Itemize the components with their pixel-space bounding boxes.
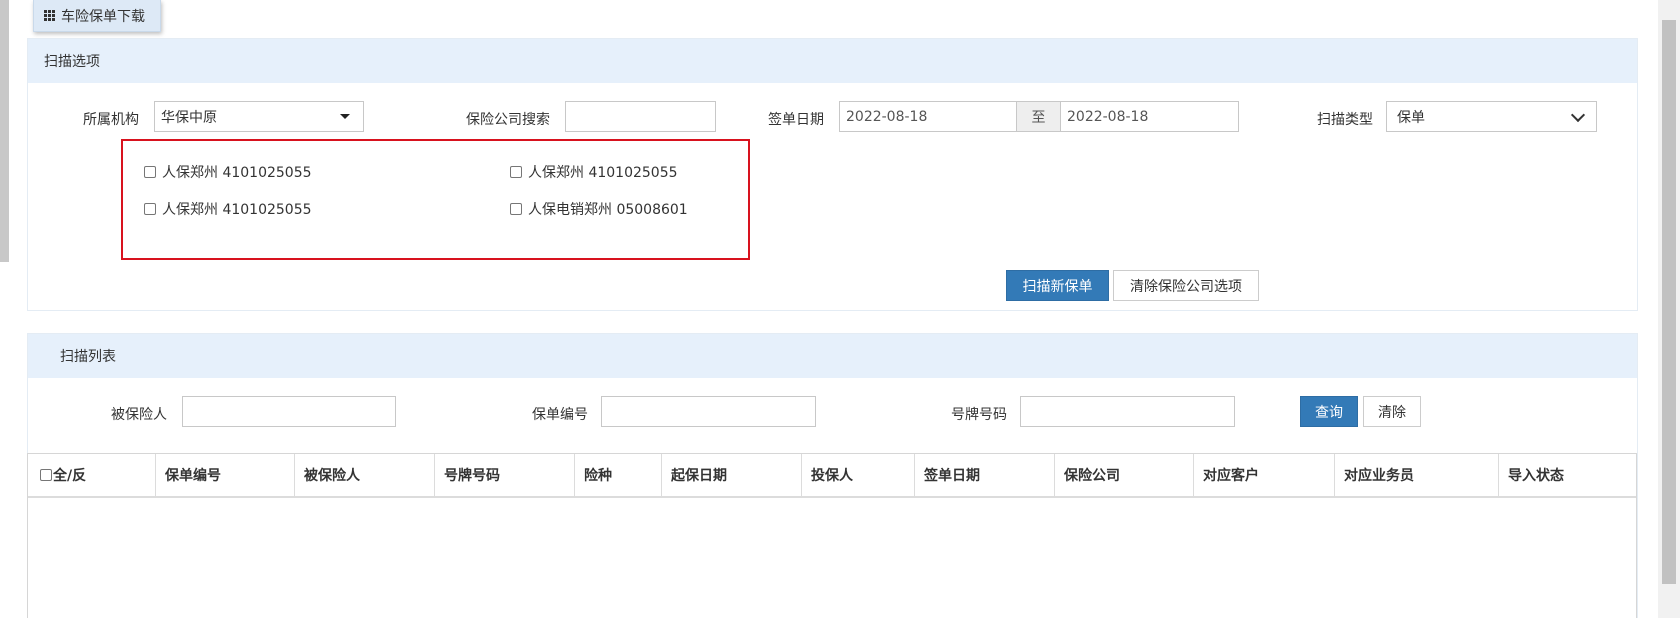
sign-date-label: 签单日期	[768, 112, 824, 128]
org-select-value: 华保中原	[161, 109, 217, 126]
insurer-option-4[interactable]: 人保电销郑州 05008601	[510, 199, 688, 219]
grid-icon	[44, 10, 55, 21]
insurer-search-label: 保险公司搜索	[466, 112, 550, 128]
scan-list-header: 扫描列表	[28, 334, 1637, 378]
scan-type-select[interactable]: 保单	[1386, 101, 1597, 132]
column-header: 投保人	[802, 454, 915, 496]
insurer-option-label: 人保电销郑州 05008601	[528, 202, 688, 218]
insurer-option-2[interactable]: 人保郑州 4101025055	[510, 162, 678, 182]
column-header: 被保险人	[295, 454, 435, 496]
select-all-label: 全/反	[53, 468, 87, 484]
policy-no-label: 保单编号	[532, 407, 588, 423]
plate-input[interactable]	[1020, 396, 1235, 427]
column-header: 号牌号码	[435, 454, 575, 496]
chevron-down-icon	[1570, 107, 1586, 123]
select-all-checkbox[interactable]	[40, 469, 52, 481]
checkbox[interactable]	[510, 203, 522, 215]
column-header: 对应业务员	[1335, 454, 1499, 496]
org-select[interactable]: 华保中原	[154, 101, 364, 132]
right-scrollbar-thumb[interactable]	[1662, 20, 1676, 584]
column-header-select-all[interactable]: 全/反	[28, 454, 156, 496]
scan-type-label: 扫描类型	[1317, 112, 1373, 128]
scan-type-value: 保单	[1397, 109, 1425, 126]
date-sep-text: 至	[1031, 109, 1046, 126]
page-tab-car-policy-download[interactable]: 车险保单下载	[33, 0, 161, 32]
insurer-option-3[interactable]: 人保郑州 4101025055	[144, 199, 312, 219]
checkbox[interactable]	[144, 166, 156, 178]
insured-input[interactable]	[182, 396, 396, 427]
caret-down-icon	[340, 114, 350, 119]
insurer-option-label: 人保郑州 4101025055	[162, 202, 312, 218]
insurer-option-label: 人保郑州 4101025055	[162, 165, 312, 181]
insurer-option-1[interactable]: 人保郑州 4101025055	[144, 162, 312, 182]
column-header: 险种	[575, 454, 662, 496]
scan-new-policy-button[interactable]: 扫描新保单	[1006, 270, 1109, 301]
column-header: 签单日期	[915, 454, 1055, 496]
date-to-input[interactable]: 2022-08-18	[1060, 101, 1239, 132]
insurer-option-label: 人保郑州 4101025055	[528, 165, 678, 181]
plate-label: 号牌号码	[951, 407, 1007, 423]
table-header-row: 全/反 保单编号 被保险人 号牌号码 险种 起保日期 投保人 签单日期 保险公司…	[28, 454, 1636, 498]
left-scrollbar[interactable]	[0, 0, 9, 262]
column-header: 对应客户	[1194, 454, 1335, 496]
scan-list-table: 全/反 保单编号 被保险人 号牌号码 险种 起保日期 投保人 签单日期 保险公司…	[27, 453, 1637, 618]
scan-options-header: 扫描选项	[28, 39, 1637, 83]
date-to-value: 2022-08-18	[1067, 108, 1149, 125]
page-tab-label: 车险保单下载	[61, 8, 145, 25]
policy-no-input[interactable]	[601, 396, 816, 427]
date-from-input[interactable]: 2022-08-18	[839, 101, 1017, 132]
date-range-separator: 至	[1016, 101, 1061, 132]
insured-label: 被保险人	[111, 407, 167, 423]
column-header: 保险公司	[1055, 454, 1194, 496]
column-header: 保单编号	[156, 454, 295, 496]
org-label: 所属机构	[83, 112, 139, 128]
clear-button[interactable]: 清除	[1363, 396, 1421, 427]
column-header: 导入状态	[1508, 468, 1564, 484]
query-button[interactable]: 查询	[1300, 396, 1358, 427]
checkbox[interactable]	[510, 166, 522, 178]
clear-insurer-options-button[interactable]: 清除保险公司选项	[1113, 270, 1259, 301]
insurer-search-input[interactable]	[565, 101, 716, 132]
column-header: 起保日期	[662, 454, 802, 496]
date-from-value: 2022-08-18	[846, 108, 928, 125]
checkbox[interactable]	[144, 203, 156, 215]
